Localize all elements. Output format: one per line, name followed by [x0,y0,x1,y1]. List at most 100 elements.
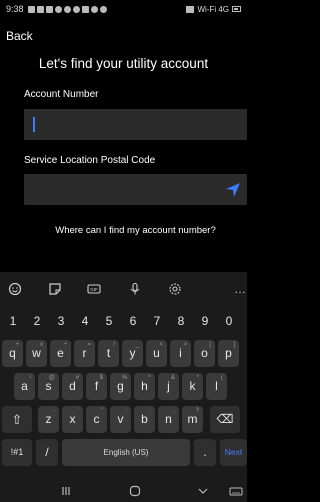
key-q-label: q [9,346,16,360]
key-5[interactable]: 5 [99,308,119,335]
key-o-alt: [ [209,342,211,348]
key-2[interactable]: 2 [27,308,47,335]
key-b[interactable]: ; b [134,406,155,433]
key-0[interactable]: 0 [219,308,239,335]
key-l[interactable]: (l [206,373,227,400]
app-icon [72,5,80,13]
key-r-alt: = [87,342,91,348]
key-f-label: f [94,379,99,393]
key-4[interactable]: 4 [75,308,95,335]
key-x-alt: ' [77,408,79,414]
gif-label: GIF [90,287,98,292]
slash-key[interactable]: / [36,439,58,466]
key-t[interactable]: / t [98,340,119,367]
key-9[interactable]: 9 [195,308,215,335]
key-e-alt: ÷ [63,342,67,348]
key-b-label: b [141,412,148,426]
next-key[interactable]: Next [220,439,247,466]
shift-key[interactable]: ⇧ [2,406,32,433]
key-p[interactable]: ] p [218,340,239,367]
key-j[interactable]: & j [158,373,179,400]
hide-keyboard-icon[interactable] [196,484,210,498]
key-r-label: r [82,346,87,360]
key-q[interactable]: + q [2,340,23,367]
key-c[interactable]: " c [86,406,107,433]
key-3[interactable]: 3 [51,308,71,335]
notification-icons [27,5,107,13]
key-m-label: m [187,412,198,426]
microphone-icon[interactable] [128,282,142,296]
key-i-alt: > [183,342,187,348]
key-j-label: j [167,379,170,393]
account-number-input[interactable] [24,109,247,140]
shift-icon: ⇧ [11,412,23,427]
key-i[interactable]: > i [170,340,191,367]
key-8[interactable]: 8 [171,308,191,335]
key-v[interactable]: :v [110,406,131,433]
account-number-help-link[interactable]: Where can I find my account number? [0,225,247,236]
key-w[interactable]: xw [26,340,47,367]
key-c-label: c [93,412,100,426]
key-y-label: y [129,346,136,360]
key-w-label: w [32,346,41,360]
key-g[interactable]: % g [110,373,131,400]
key-6[interactable]: 6 [123,308,143,335]
key-v-label: v [117,412,124,426]
key-k[interactable]: * k [182,373,203,400]
key-7[interactable]: 7 [147,308,167,335]
key-m-alt: ? [195,408,199,414]
settings-icon[interactable] [168,282,182,296]
key-f[interactable]: $ f [86,373,107,400]
sticker-icon[interactable] [48,282,62,296]
key-z[interactable]: -z [38,406,59,433]
more-icon[interactable]: … [233,282,247,296]
key-l-label: l [215,379,218,393]
key-n[interactable]: ,n [158,406,179,433]
key-o[interactable]: [o [194,340,215,367]
status-time: 9:38 [6,4,24,14]
recent-apps-icon[interactable] [59,484,73,498]
key-n-label: n [165,412,172,426]
key-a[interactable]: ! a [14,373,35,400]
gif-icon[interactable]: GIF [87,282,101,296]
postal-code-input[interactable] [24,174,247,205]
location-arrow-icon[interactable] [225,182,241,198]
period-key[interactable]: . [194,439,216,466]
key-h-alt: ^ [148,375,151,381]
backspace-key[interactable]: ⌫ [210,406,240,433]
key-y[interactable]: _ y [122,340,143,367]
postal-code-label: Service Location Postal Code [24,155,156,166]
key-r[interactable]: = r [74,340,95,367]
space-key[interactable]: English (US) [62,439,190,466]
emoji-icon[interactable] [8,282,22,296]
key-x[interactable]: ' x [62,406,83,433]
key-e[interactable]: ÷ e [50,340,71,367]
message-icon [45,5,53,13]
status-bar: 9:38 Wi-Fi 4G [0,0,247,18]
key-t-label: t [106,346,111,360]
keyboard-toolbar: GIF … [0,272,247,308]
key-o-label: o [201,346,208,360]
key-m[interactable]: ? m [182,406,203,433]
symbols-key[interactable]: !#1 [2,439,32,466]
back-button[interactable]: Back [6,29,33,43]
key-u[interactable]: < u [146,340,167,367]
key-z-alt: - [53,408,55,414]
on-screen-keyboard: GIF … 1 2 3 4 5 6 7 8 9 0 + q xw ÷ e = r / t… [0,272,247,502]
key-p-label: p [225,346,232,360]
key-f-alt: $ [99,375,103,381]
home-icon[interactable] [128,484,142,498]
key-1[interactable]: 1 [3,308,23,335]
key-s[interactable]: @ s [38,373,59,400]
keyboard-switch-icon[interactable] [229,484,243,498]
key-a-label: a [21,379,28,393]
key-h-label: h [141,379,148,393]
key-h[interactable]: ^ h [134,373,155,400]
message-icon [36,5,44,13]
key-d[interactable]: # d [62,373,83,400]
key-x-label: x [69,412,76,426]
key-u-label: u [153,346,160,360]
key-t-alt: / [113,342,115,348]
key-v-alt: : [125,408,127,414]
key-e-label: e [57,346,64,360]
